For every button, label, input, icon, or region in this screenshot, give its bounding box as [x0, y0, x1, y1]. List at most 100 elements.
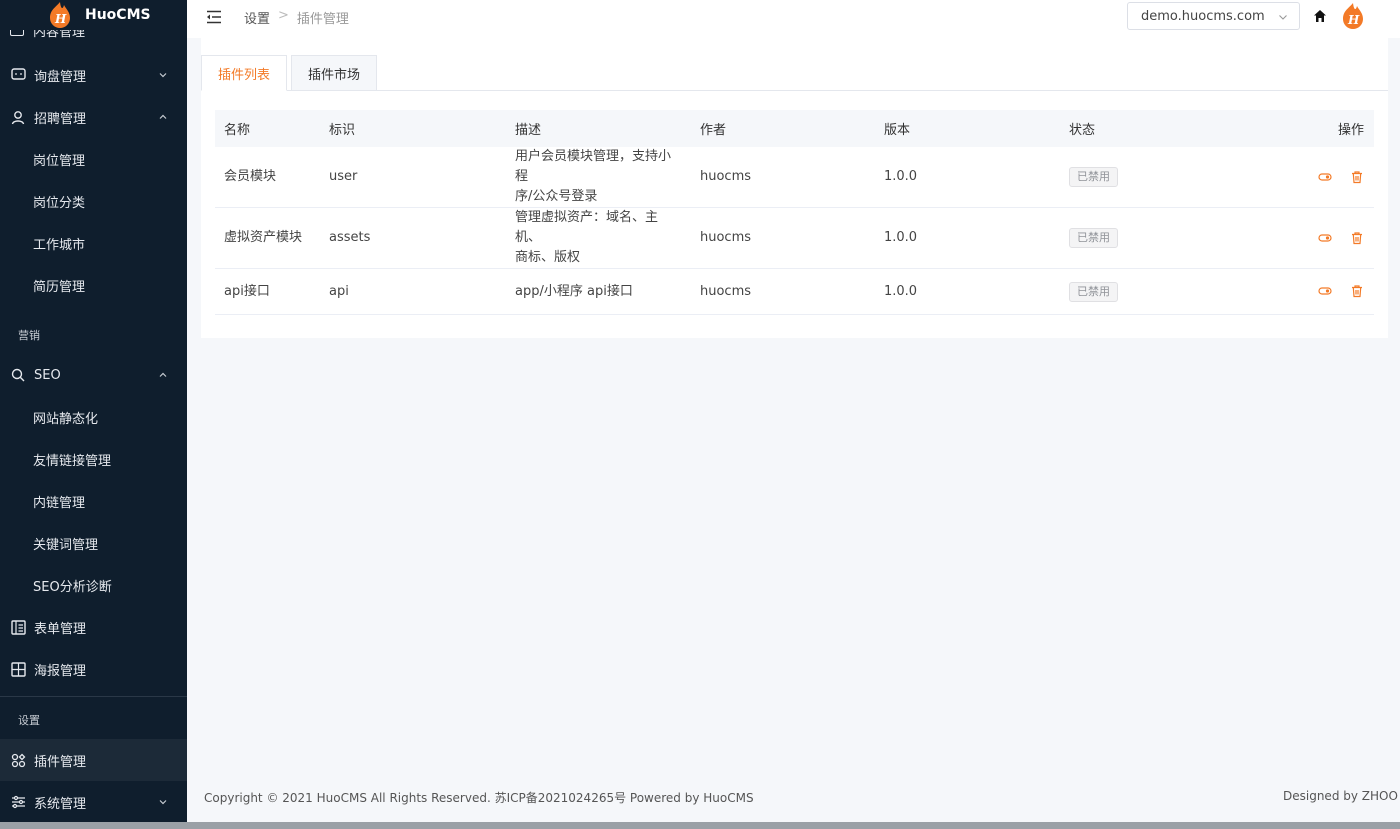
chevron-down-icon — [159, 73, 167, 78]
cell-desc: 用户会员模块管理，支持小程 序/公众号登录 — [506, 147, 691, 208]
sidebar-item-label: 表单管理 — [34, 621, 87, 637]
column-header: 状态 — [1060, 110, 1245, 147]
site-select[interactable]: demo.huocms.com — [1127, 2, 1300, 30]
cell-name: 虚拟资产模块 — [215, 207, 320, 269]
sidebar-item-label: 插件管理 — [34, 754, 87, 770]
status-badge: 已禁用 — [1069, 228, 1118, 248]
sidebar-item-label: SEO — [34, 367, 61, 383]
status-badge: 已禁用 — [1069, 281, 1118, 302]
sidebar: H HuoCMS 内容管理 询盘管理 招聘管理 岗位管理 岗位分类 工作城市 简… — [0, 0, 187, 822]
sidebar-item-label: 询盘管理 — [34, 69, 87, 85]
cell-status: 已禁用 — [1060, 207, 1245, 269]
sidebar-item-label: 内链管理 — [33, 495, 86, 511]
sidebar-divider — [0, 696, 187, 697]
tabs-divider — [201, 90, 1388, 91]
column-header: 名称 — [215, 110, 320, 147]
sidebar-item-label: 友情链接管理 — [33, 453, 112, 469]
toggle-icon[interactable] — [1318, 231, 1332, 245]
cell-status: 已禁用 — [1060, 268, 1245, 315]
chevron-down-icon — [1279, 15, 1287, 20]
breadcrumb-separator: > — [278, 8, 289, 23]
chevron-up-icon — [159, 372, 167, 377]
toggle-icon[interactable] — [1318, 284, 1332, 298]
breadcrumb-item[interactable]: 设置 — [244, 8, 270, 27]
svg-text:H: H — [54, 12, 67, 26]
sidebar-item-plugins[interactable]: 插件管理 — [0, 739, 187, 781]
home-icon[interactable] — [1313, 9, 1327, 23]
cell-key: api — [320, 268, 506, 315]
column-header: 作者 — [691, 110, 875, 147]
svg-text:H: H — [1347, 13, 1360, 27]
sidebar-item-friend-links[interactable]: 友情链接管理 — [0, 438, 187, 480]
footer-copyright: Copyright © 2021 HuoCMS All Rights Reser… — [204, 791, 754, 805]
sidebar-item-posters[interactable]: 海报管理 — [0, 648, 187, 690]
window-bottom-edge — [0, 822, 1400, 829]
delete-icon[interactable] — [1350, 284, 1364, 298]
cell-desc: 管理虚拟资产：域名、主机、 商标、版权 — [506, 207, 691, 269]
sidebar-item-label: SEO分析诊断 — [33, 579, 112, 595]
toggle-icon[interactable] — [1318, 170, 1332, 184]
site-select-value: demo.huocms.com — [1141, 9, 1265, 24]
cell-key: assets — [320, 207, 506, 269]
group-label-marketing: 营销 — [18, 329, 40, 342]
sidebar-item-seo-analysis[interactable]: SEO分析诊断 — [0, 564, 187, 606]
plugin-table: 名称 标识 描述 作者 版本 状态 操作 会员模块 user 用户会员模块管理，… — [215, 110, 1374, 315]
sidebar-item-recruit[interactable]: 招聘管理 — [0, 96, 187, 138]
sidebar-item-label: 岗位管理 — [33, 153, 86, 169]
sidebar-item-label: 招聘管理 — [34, 111, 87, 127]
cell-status: 已禁用 — [1060, 147, 1245, 208]
chevron-down-icon — [159, 800, 167, 805]
sidebar-item-partial[interactable]: 内容管理 — [0, 28, 187, 42]
sidebar-item-job-category[interactable]: 岗位分类 — [0, 180, 187, 222]
flame-h-logo-icon: H — [50, 2, 70, 28]
layout-icon — [10, 661, 26, 677]
delete-icon[interactable] — [1350, 231, 1364, 245]
column-header: 操作 — [1245, 110, 1374, 147]
sidebar-item-work-city[interactable]: 工作城市 — [0, 222, 187, 264]
topbar: 设置 > 插件管理 demo.huocms.com H — [187, 0, 1400, 38]
cell-author: huocms — [691, 147, 875, 208]
column-header: 版本 — [875, 110, 1060, 147]
sidebar-item-jobs[interactable]: 岗位管理 — [0, 138, 187, 180]
cell-desc: app/小程序 api接口 — [506, 268, 691, 315]
table-row: 虚拟资产模块 assets 管理虚拟资产：域名、主机、 商标、版权 huocms … — [215, 207, 1374, 269]
sidebar-item-label: 海报管理 — [34, 663, 87, 679]
cell-actions — [1245, 268, 1374, 315]
group-label-settings: 设置 — [18, 714, 40, 727]
sidebar-item-keywords[interactable]: 关键词管理 — [0, 522, 187, 564]
sidebar-item-internal-links[interactable]: 内链管理 — [0, 480, 187, 522]
brand-name: HuoCMS — [85, 7, 151, 23]
footer-designed-by: Designed by ZHOO — [1283, 789, 1398, 803]
cell-version: 1.0.0 — [875, 147, 1060, 208]
cell-author: huocms — [691, 268, 875, 315]
table-header-row: 名称 标识 描述 作者 版本 状态 操作 — [215, 110, 1374, 147]
avatar[interactable]: H — [1339, 1, 1367, 31]
column-header: 标识 — [320, 110, 506, 147]
delete-icon[interactable] — [1350, 170, 1364, 184]
sidebar-item-resume[interactable]: 简历管理 — [0, 264, 187, 306]
sidebar-item-label: 系统管理 — [34, 796, 87, 812]
sidebar-item-system[interactable]: 系统管理 — [0, 781, 187, 822]
sidebar-item-label: 关键词管理 — [33, 537, 99, 553]
chevron-up-icon — [159, 114, 167, 119]
sidebar-item-inquiry[interactable]: 询盘管理 — [0, 54, 187, 96]
sidebar-item-seo[interactable]: SEO — [0, 354, 187, 396]
plugin-icon — [10, 752, 26, 768]
tab-plugin-market[interactable]: 插件市场 — [291, 55, 377, 91]
message-icon — [10, 67, 26, 83]
breadcrumb: 设置 > 插件管理 — [244, 8, 349, 27]
sidebar-item-forms[interactable]: 表单管理 — [0, 606, 187, 648]
tab-plugin-list[interactable]: 插件列表 — [201, 55, 287, 91]
sidebar-item-label: 工作城市 — [33, 237, 86, 253]
sidebar-item-label: 岗位分类 — [33, 195, 86, 211]
cell-key: user — [320, 147, 506, 208]
sidebar-item-label: 简历管理 — [33, 279, 86, 295]
cell-version: 1.0.0 — [875, 207, 1060, 269]
cell-name: api接口 — [215, 268, 320, 315]
plugin-card: 插件列表 插件市场 名称 标识 描述 作者 版本 状态 操作 会员模块 user… — [201, 38, 1388, 338]
column-header: 描述 — [506, 110, 691, 147]
sidebar-item-static[interactable]: 网站静态化 — [0, 396, 187, 438]
table-row: api接口 api app/小程序 api接口 huocms 1.0.0 已禁用 — [215, 268, 1374, 315]
form-icon — [10, 619, 26, 635]
menu-fold-icon[interactable] — [205, 8, 223, 26]
